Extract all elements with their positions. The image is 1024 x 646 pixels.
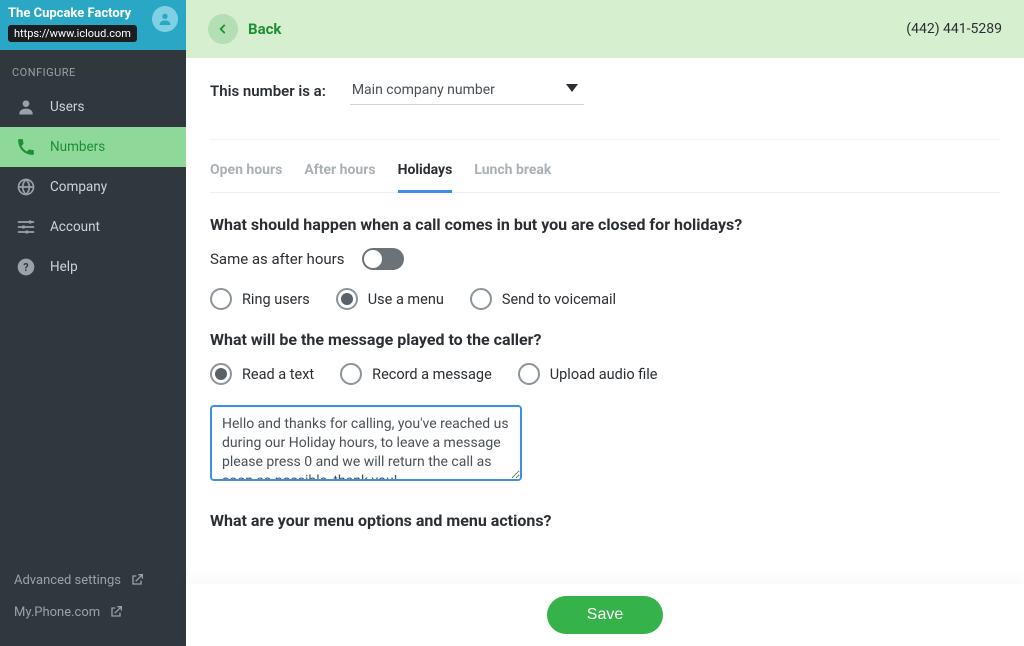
- schedule-tabs: Open hours After hours Holidays Lunch br…: [210, 152, 1000, 193]
- save-bar: Save: [186, 584, 1024, 646]
- radio-record-message[interactable]: Record a message: [340, 363, 492, 385]
- greeting-text-input[interactable]: [210, 405, 522, 481]
- sidebar-item-account[interactable]: Account: [0, 207, 186, 247]
- sidebar-item-users[interactable]: Users: [0, 87, 186, 127]
- external-link-icon: [108, 604, 124, 620]
- sidebar-item-label: Company: [50, 179, 107, 195]
- sidebar-footer: Advanced settings My.Phone.com: [0, 552, 186, 646]
- radio-label: Upload audio file: [550, 366, 658, 383]
- radio-ring-users[interactable]: Ring users: [210, 288, 310, 310]
- radio-icon: [340, 363, 362, 385]
- sidebar-item-company[interactable]: Company: [0, 167, 186, 207]
- radio-send-voicemail[interactable]: Send to voicemail: [470, 288, 616, 310]
- radio-icon: [518, 363, 540, 385]
- radio-icon: [210, 363, 232, 385]
- sliders-icon: [16, 217, 36, 237]
- brand-bar: The Cupcake Factory https://www.icloud.c…: [0, 0, 186, 50]
- topbar: Back (442) 441-5289: [186, 0, 1024, 58]
- radio-icon: [336, 288, 358, 310]
- footer-link-label: Advanced settings: [14, 573, 121, 588]
- globe-icon: [16, 177, 36, 197]
- call-action-radio-group: Ring users Use a menu Send to voicemail: [210, 288, 1000, 310]
- number-type-label: This number is a:: [210, 82, 326, 100]
- question-menu-options: What are your menu options and menu acti…: [210, 511, 1000, 530]
- number-type-value: Main company number: [350, 76, 584, 105]
- sidebar-item-label: Account: [50, 219, 100, 235]
- advanced-settings-link[interactable]: Advanced settings: [14, 564, 172, 596]
- sidebar-item-label: Help: [50, 259, 78, 275]
- avatar[interactable]: [152, 6, 178, 32]
- help-icon: ?: [16, 257, 36, 277]
- radio-read-text[interactable]: Read a text: [210, 363, 314, 385]
- sidebar: The Cupcake Factory https://www.icloud.c…: [0, 0, 186, 646]
- radio-label: Ring users: [242, 291, 310, 308]
- radio-label: Send to voicemail: [502, 291, 616, 308]
- content: This number is a: Main company number Op…: [186, 58, 1024, 646]
- sidebar-item-label: Users: [50, 99, 84, 115]
- external-link-icon: [129, 572, 145, 588]
- sidebar-section-label: CONFIGURE: [0, 50, 186, 87]
- save-button[interactable]: Save: [547, 596, 663, 634]
- sidebar-item-numbers[interactable]: Numbers: [0, 127, 186, 167]
- myphone-link[interactable]: My.Phone.com: [14, 596, 172, 628]
- user-icon: [16, 97, 36, 117]
- sidebar-item-label: Numbers: [50, 139, 105, 155]
- radio-label: Read a text: [242, 366, 314, 383]
- phone-number: (442) 441-5289: [906, 21, 1002, 37]
- radio-label: Use a menu: [368, 291, 444, 308]
- tab-after-hours[interactable]: After hours: [304, 152, 375, 192]
- radio-label: Record a message: [372, 366, 492, 383]
- caret-down-icon: [566, 84, 578, 92]
- radio-icon: [470, 288, 492, 310]
- back-button[interactable]: Back: [208, 14, 281, 44]
- message-type-radio-group: Read a text Record a message Upload audi…: [210, 363, 1000, 385]
- main: Back (442) 441-5289 This number is a: Ma…: [186, 0, 1024, 646]
- phone-icon: [16, 137, 36, 157]
- divider: [210, 139, 1000, 140]
- radio-icon: [210, 288, 232, 310]
- svg-text:?: ?: [23, 261, 28, 274]
- number-type-select[interactable]: Main company number: [350, 76, 584, 105]
- sidebar-item-help[interactable]: ? Help: [0, 247, 186, 287]
- sidebar-nav: Users Numbers Company Account ? Help: [0, 87, 186, 287]
- tab-open-hours[interactable]: Open hours: [210, 152, 282, 192]
- question-call-action: What should happen when a call comes in …: [210, 215, 1000, 234]
- brand-url: https://www.icloud.com: [8, 25, 137, 42]
- chevron-left-icon: [208, 14, 238, 44]
- radio-use-menu[interactable]: Use a menu: [336, 288, 444, 310]
- same-as-after-label: Same as after hours: [210, 250, 344, 268]
- question-message: What will be the message played to the c…: [210, 330, 1000, 349]
- tab-holidays[interactable]: Holidays: [398, 152, 453, 193]
- same-as-after-toggle[interactable]: [362, 248, 404, 270]
- user-icon: [157, 11, 173, 27]
- tab-lunch-break[interactable]: Lunch break: [474, 152, 551, 192]
- back-label: Back: [248, 20, 281, 38]
- footer-link-label: My.Phone.com: [14, 605, 100, 620]
- radio-upload-audio[interactable]: Upload audio file: [518, 363, 658, 385]
